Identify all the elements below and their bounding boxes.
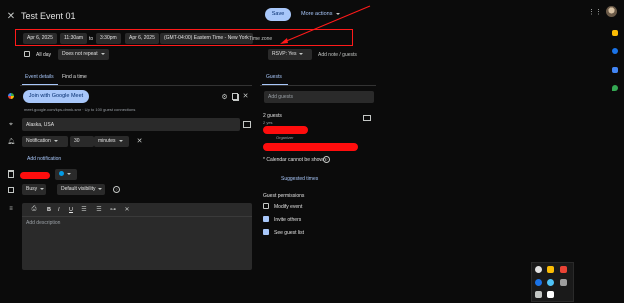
all-day-checkbox[interactable] xyxy=(24,51,30,57)
briefcase-icon xyxy=(8,187,14,193)
tab-find-time[interactable]: Find a time xyxy=(62,74,87,80)
all-day-label: All day xyxy=(36,52,52,58)
event-title[interactable]: Test Event 01 xyxy=(21,11,76,21)
guests-divider xyxy=(260,85,376,86)
calendar-name-redacted xyxy=(20,172,50,179)
guests-tab[interactable]: Guests xyxy=(266,74,282,80)
notification-unit-dropdown[interactable]: minutes xyxy=(94,136,129,147)
close-icon[interactable]: ✕ xyxy=(6,10,16,22)
start-date-field[interactable]: Apr 6, 2025 xyxy=(23,33,57,44)
calendar-warning: * Calendar cannot be shown xyxy=(263,157,326,163)
organizer-label: Organizer xyxy=(276,135,294,140)
tray-app-icon-2[interactable] xyxy=(547,266,554,273)
end-date-field[interactable]: Apr 6, 2025 xyxy=(125,33,159,44)
calendar-icon xyxy=(8,170,14,178)
location-field[interactable] xyxy=(22,118,240,131)
tray-app-icon-1[interactable] xyxy=(535,266,542,273)
tray-app-icon-7[interactable] xyxy=(535,291,542,298)
end-time-field[interactable]: 3:30pm xyxy=(96,33,121,44)
description-placeholder: Add description xyxy=(26,220,61,226)
timezone-field[interactable]: (GMT-04:00) Eastern Time - New York xyxy=(160,33,253,44)
guest-1-redacted xyxy=(263,126,308,134)
tray-app-icon-5[interactable] xyxy=(547,279,554,286)
description-icon: ≡ xyxy=(9,206,13,212)
start-time-field[interactable]: 11:30am xyxy=(60,33,88,44)
description-toolbar xyxy=(22,203,252,216)
copy-icon[interactable] xyxy=(231,93,238,100)
notification-amount-field[interactable]: 30 xyxy=(70,136,94,147)
location-value: Alaska, USA xyxy=(26,122,55,128)
invite-others-label: Invite others xyxy=(274,217,302,223)
google-calendar-side-icon[interactable] xyxy=(612,30,618,36)
to-label: to xyxy=(89,36,94,42)
see-guest-list-checkbox[interactable] xyxy=(263,229,269,235)
see-guest-list-label: See guest list xyxy=(274,230,305,236)
availability-dropdown[interactable]: Busy xyxy=(22,184,46,195)
tabs-divider xyxy=(20,85,252,86)
notification-type-dropdown[interactable]: Notification xyxy=(22,136,68,147)
email-guests-icon[interactable] xyxy=(363,114,371,121)
close-meet-icon[interactable]: ✕ xyxy=(242,92,249,100)
event-color-dropdown[interactable] xyxy=(55,169,77,180)
location-icon: ⌖ xyxy=(9,120,13,128)
join-meet-button[interactable]: Join with Google Meet xyxy=(23,90,89,103)
tray-app-icon-6[interactable] xyxy=(560,279,567,286)
bulleted-list-icon[interactable]: ☰ xyxy=(95,206,103,213)
add-guests-placeholder: Add guests xyxy=(268,94,294,100)
guest-yes-count: 2 yes xyxy=(263,120,273,125)
rsvp-dropdown[interactable]: RSVP: Yes xyxy=(268,49,312,60)
annotation-arrow xyxy=(280,5,371,44)
tasks-side-icon[interactable] xyxy=(612,48,618,54)
visibility-dropdown[interactable]: Default visibility xyxy=(57,184,105,195)
help-icon[interactable]: ? xyxy=(113,186,120,193)
tray-app-icon-8[interactable] xyxy=(547,291,554,298)
attach-icon[interactable]: ⎙ xyxy=(30,206,38,213)
remove-formatting-icon[interactable]: ✕ xyxy=(123,206,131,213)
modify-event-checkbox[interactable] xyxy=(263,203,269,209)
invite-others-checkbox[interactable] xyxy=(263,216,269,222)
remove-notification-icon[interactable]: ✕ xyxy=(136,137,143,145)
guest-permissions-title: Guest permissions xyxy=(263,193,305,199)
bold-button[interactable]: B xyxy=(47,207,51,213)
tab-event-details[interactable]: Event details xyxy=(25,74,54,80)
warning-help-icon[interactable]: ? xyxy=(323,156,330,163)
settings-icon[interactable]: ⚙ xyxy=(221,93,228,101)
numbered-list-icon[interactable]: ☰ xyxy=(80,206,88,213)
tray-app-icon-4[interactable] xyxy=(535,279,542,286)
add-note-guests-link[interactable]: Add note / guests xyxy=(318,52,357,58)
guest-count: 2 guests xyxy=(263,113,282,119)
add-notification-link[interactable]: Add notification xyxy=(27,156,61,162)
italic-button[interactable]: I xyxy=(58,207,60,213)
suggested-times-link[interactable]: Suggested times xyxy=(281,176,318,182)
link-icon[interactable]: ⊶ xyxy=(109,206,117,213)
map-icon[interactable] xyxy=(243,121,251,128)
guest-2-redacted xyxy=(263,143,358,151)
avatar[interactable] xyxy=(606,6,617,17)
meet-info: meet.google.com/kps-dmnk-smr · Up to 100… xyxy=(24,107,136,112)
timezone-link[interactable]: Time zone xyxy=(249,36,272,42)
apps-grid-icon[interactable]: ⋮⋮ xyxy=(588,8,602,16)
maps-side-icon[interactable] xyxy=(612,85,618,91)
repeat-dropdown[interactable]: Does not repeat xyxy=(58,49,109,60)
modify-event-label: Modify event xyxy=(274,204,303,210)
tray-app-icon-3[interactable] xyxy=(560,266,567,273)
google-meet-icon xyxy=(8,93,14,99)
underline-button[interactable]: U xyxy=(69,207,73,213)
bell-icon: 🔔︎ xyxy=(7,139,15,145)
contacts-side-icon[interactable] xyxy=(612,67,618,73)
